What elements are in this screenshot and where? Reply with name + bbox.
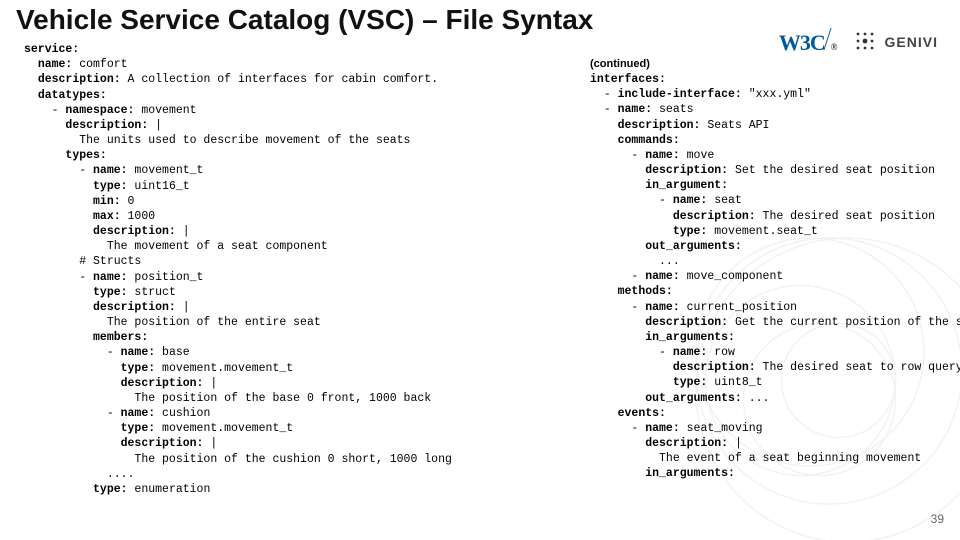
continued-label: (continued) [590, 58, 950, 70]
genivi-logo: GENIVI [853, 29, 938, 55]
code-block-left: service: name: comfort description: A co… [24, 42, 574, 497]
w3c-logo-tm: ® [831, 42, 837, 52]
code-block-right: interfaces: - include-interface: "xxx.ym… [590, 72, 950, 482]
w3c-logo: W3C ® [779, 28, 837, 56]
genivi-mark-icon [853, 29, 879, 55]
genivi-logo-text: GENIVI [885, 34, 938, 50]
logo-bar: W3C ® GENIVI [779, 28, 938, 56]
slide-root: Vehicle Service Catalog (VSC) – File Syn… [0, 0, 960, 540]
code-column-right: (continued) interfaces: - include-interf… [590, 58, 950, 482]
code-column-left: service: name: comfort description: A co… [24, 42, 574, 497]
slide-title: Vehicle Service Catalog (VSC) – File Syn… [16, 4, 593, 36]
w3c-logo-text: W3C [779, 30, 825, 56]
page-number: 39 [931, 512, 944, 526]
